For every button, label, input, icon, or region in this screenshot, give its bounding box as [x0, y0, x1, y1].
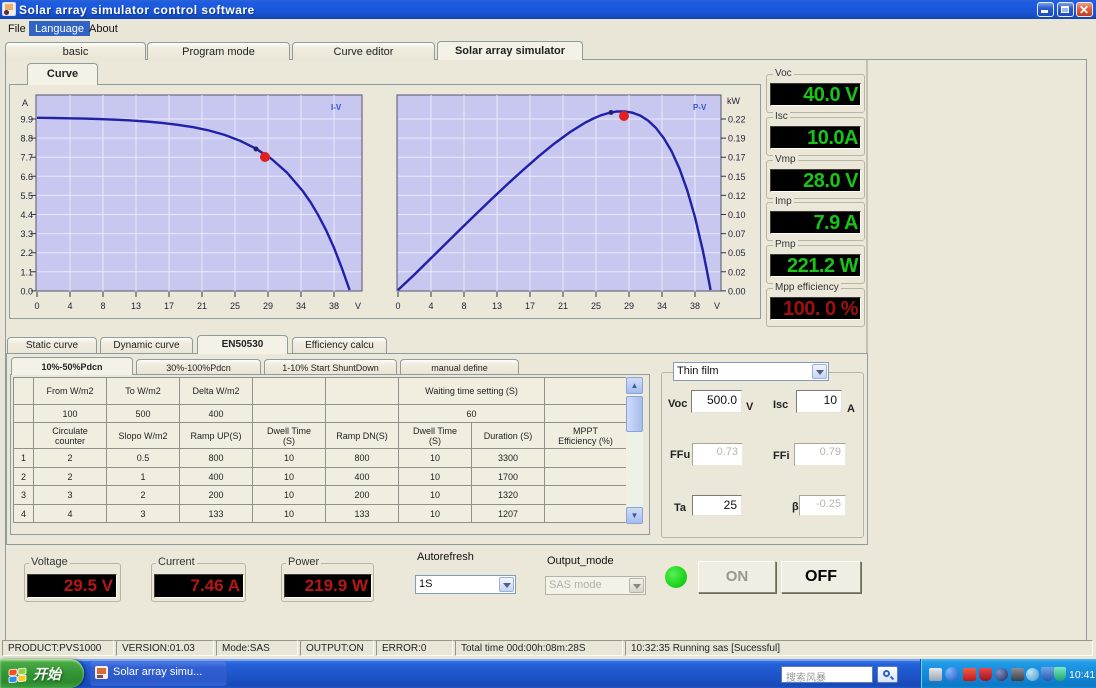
- svg-text:0.00: 0.00: [728, 286, 746, 296]
- svg-text:2.2: 2.2: [20, 248, 33, 258]
- svg-text:0.22: 0.22: [728, 115, 746, 125]
- svg-text:0.07: 0.07: [728, 229, 746, 239]
- svg-text:8.8: 8.8: [20, 134, 33, 144]
- svg-text:29: 29: [263, 301, 273, 311]
- svg-text:4: 4: [67, 301, 72, 311]
- svg-text:25: 25: [591, 301, 601, 311]
- svg-text:9.9: 9.9: [20, 115, 33, 125]
- svg-text:V: V: [714, 301, 720, 311]
- svg-text:0.02: 0.02: [728, 267, 746, 277]
- svg-text:4.4: 4.4: [20, 210, 33, 220]
- svg-text:13: 13: [492, 301, 502, 311]
- svg-text:8: 8: [100, 301, 105, 311]
- svg-text:17: 17: [164, 301, 174, 311]
- svg-text:0: 0: [34, 301, 39, 311]
- svg-text:0: 0: [395, 301, 400, 311]
- svg-text:38: 38: [690, 301, 700, 311]
- svg-text:13: 13: [131, 301, 141, 311]
- svg-text:17: 17: [525, 301, 535, 311]
- svg-text:0.12: 0.12: [728, 191, 746, 201]
- svg-text:29: 29: [624, 301, 634, 311]
- svg-text:0.17: 0.17: [728, 153, 746, 163]
- svg-text:21: 21: [197, 301, 207, 311]
- svg-text:0.05: 0.05: [728, 248, 746, 258]
- svg-text:5.5: 5.5: [20, 191, 33, 201]
- svg-text:8: 8: [461, 301, 466, 311]
- svg-text:0.0: 0.0: [20, 286, 33, 296]
- svg-text:6.6: 6.6: [20, 172, 33, 182]
- svg-text:25: 25: [230, 301, 240, 311]
- svg-text:4: 4: [428, 301, 433, 311]
- svg-text:7.7: 7.7: [20, 153, 33, 163]
- svg-text:0.19: 0.19: [728, 134, 746, 144]
- svg-text:A: A: [22, 98, 28, 108]
- svg-text:21: 21: [558, 301, 568, 311]
- svg-text:1.1: 1.1: [20, 267, 33, 277]
- svg-text:0.10: 0.10: [728, 210, 746, 220]
- svg-text:38: 38: [329, 301, 339, 311]
- svg-text:kW: kW: [727, 96, 741, 106]
- svg-text:P-V: P-V: [693, 103, 707, 112]
- svg-text:34: 34: [296, 301, 306, 311]
- svg-text:3.3: 3.3: [20, 229, 33, 239]
- svg-text:I-V: I-V: [331, 103, 342, 112]
- svg-text:V: V: [355, 301, 361, 311]
- svg-text:34: 34: [657, 301, 667, 311]
- svg-text:0.15: 0.15: [728, 172, 746, 182]
